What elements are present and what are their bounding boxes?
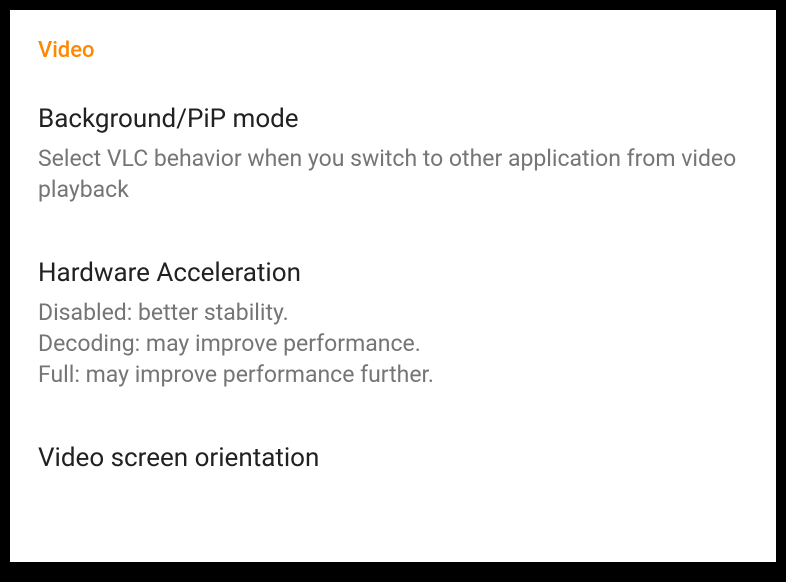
section-header-video: Video (38, 38, 748, 63)
setting-title: Hardware Acceleration (38, 257, 748, 291)
setting-title: Video screen orientation (38, 442, 748, 476)
setting-description: Select VLC behavior when you switch to o… (38, 143, 748, 205)
setting-description: Disabled: better stability.Decoding: may… (38, 297, 748, 390)
settings-screen: Video Background/PiP mode Select VLC beh… (10, 10, 776, 562)
setting-title: Background/PiP mode (38, 103, 748, 137)
setting-item-pip[interactable]: Background/PiP mode Select VLC behavior … (38, 103, 748, 205)
setting-item-orientation[interactable]: Video screen orientation (38, 442, 748, 476)
setting-item-hwaccel[interactable]: Hardware Acceleration Disabled: better s… (38, 257, 748, 390)
